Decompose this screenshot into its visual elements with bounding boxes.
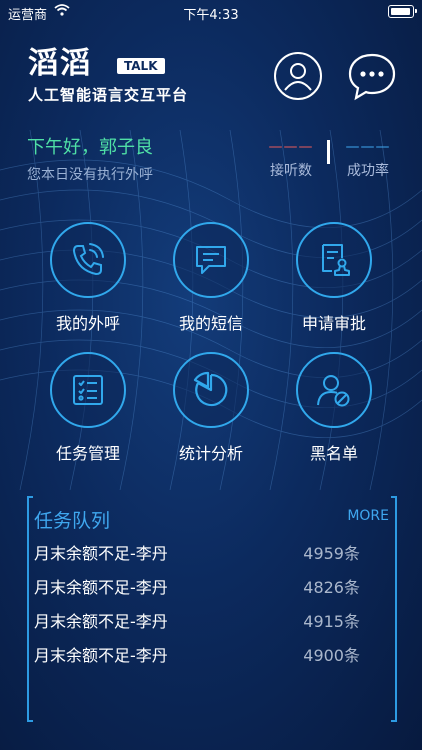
greeting: 下午好，郭子良 您本日没有执行外呼: [27, 133, 153, 184]
chat-bubble-icon: [348, 53, 396, 101]
stat-divider: [327, 140, 330, 164]
status-time: 下午4:33: [183, 8, 239, 23]
stat-label: 成功率: [347, 163, 389, 179]
grid-item-blacklist[interactable]: 黑名单: [284, 352, 384, 464]
grid-label: 申请审批: [301, 314, 366, 333]
task-name: 月末余额不足-李丹: [34, 612, 168, 631]
stat-answered: ——— 接听数: [261, 139, 321, 180]
logo-badge: TALK: [117, 58, 165, 74]
grid-label: 黑名单: [309, 444, 358, 463]
stat-value: ———: [345, 139, 391, 155]
task-list-icon: [73, 375, 103, 405]
stat-success-rate: ——— 成功率: [338, 139, 398, 180]
user-icon: [284, 63, 312, 91]
task-name: 月末余额不足-李丹: [34, 578, 168, 597]
task-queue-row[interactable]: 月末余额不足-李丹 4959条: [34, 540, 384, 564]
task-count: 4826条: [303, 578, 360, 597]
stat-label: 接听数: [270, 163, 312, 179]
message-button[interactable]: [347, 52, 396, 101]
battery-icon: [388, 5, 417, 18]
blocked-user-icon: [317, 375, 350, 407]
task-queue-title: 任务队列: [34, 510, 111, 532]
task-queue-row[interactable]: 月末余额不足-李丹 4826条: [34, 574, 384, 598]
grid-label: 我的短信: [178, 314, 243, 333]
app-logo: 滔滔 TALK 人工智能语言交互平台: [28, 48, 188, 105]
task-name: 月末余额不足-李丹: [34, 646, 168, 665]
grid-circle[interactable]: [173, 222, 249, 298]
grid-label: 我的外呼: [55, 314, 120, 333]
grid-circle[interactable]: [50, 222, 126, 298]
approval-icon: [322, 244, 350, 276]
logo-subtitle: 人工智能语言交互平台: [28, 86, 189, 104]
grid-item-task-management[interactable]: 任务管理: [38, 352, 138, 464]
profile-button[interactable]: [274, 52, 322, 100]
task-count: 4900条: [303, 646, 360, 665]
task-queue-row[interactable]: 月末余额不足-李丹 4915条: [34, 608, 384, 632]
grid-circle[interactable]: [50, 352, 126, 428]
stat-value: ———: [268, 139, 314, 155]
grid-label: 任务管理: [55, 444, 120, 463]
grid-circle[interactable]: [296, 352, 372, 428]
task-count: 4915条: [303, 612, 360, 631]
more-link[interactable]: MORE: [347, 508, 389, 524]
task-queue-row[interactable]: 月末余额不足-李丹 4900条: [34, 642, 384, 666]
greeting-subtitle: 您本日没有执行外呼: [27, 167, 153, 183]
bracket-left: [27, 496, 33, 722]
grid-item-my-calls[interactable]: 我的外呼: [38, 222, 138, 334]
task-name: 月末余额不足-李丹: [34, 544, 168, 563]
grid-item-my-sms[interactable]: 我的短信: [161, 222, 261, 334]
grid-circle[interactable]: [173, 352, 249, 428]
grid-item-statistics[interactable]: 统计分析: [161, 352, 261, 464]
grid-circle[interactable]: [296, 222, 372, 298]
sms-icon: [196, 246, 226, 274]
task-queue-panel: 任务队列 MORE 月末余额不足-李丹 4959条 月末余额不足-李丹 4826…: [27, 496, 397, 722]
status-bar: 运营商 下午4:33: [0, 0, 422, 24]
grid-label: 统计分析: [178, 444, 243, 463]
grid-item-approval[interactable]: 申请审批: [284, 222, 384, 334]
pie-chart-icon: [193, 371, 228, 407]
phone-icon: [72, 243, 104, 276]
bracket-right: [391, 496, 397, 722]
greeting-title: 下午好，郭子良: [27, 137, 153, 158]
task-count: 4959条: [303, 544, 360, 563]
